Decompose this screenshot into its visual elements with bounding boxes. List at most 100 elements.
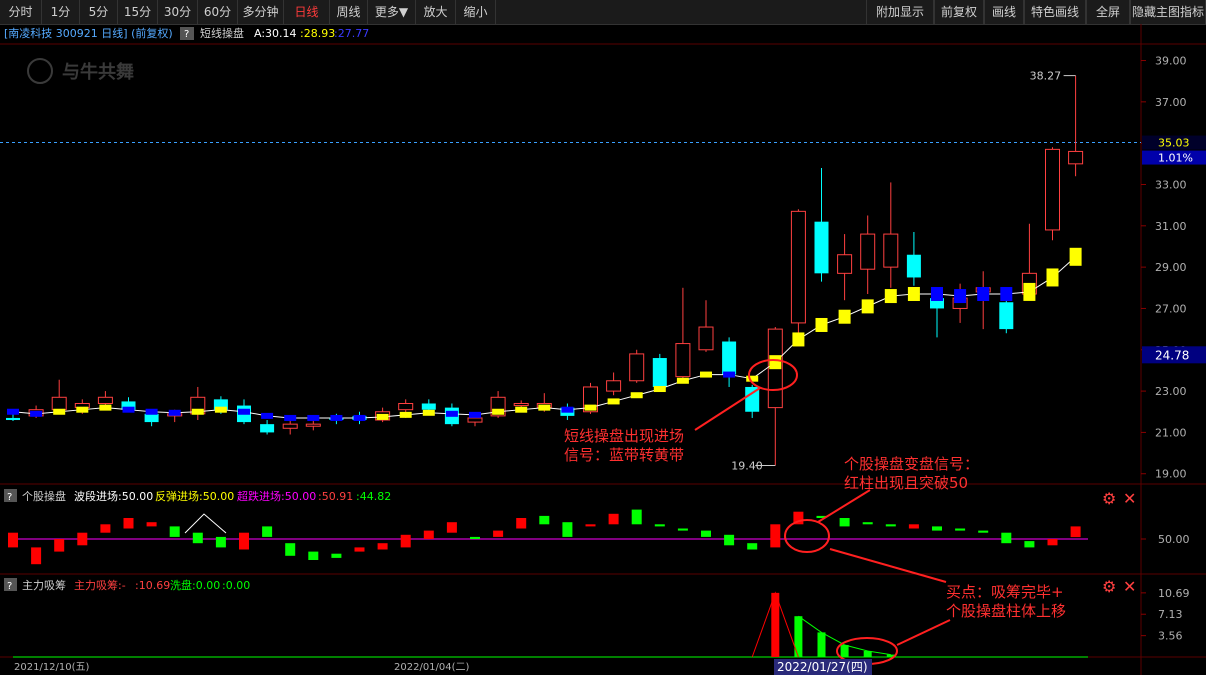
panel2-bar-23 [539, 515, 550, 525]
band-bar-13 [307, 414, 320, 421]
y-tick-label-6: 27.00 [1155, 302, 1187, 315]
candle-body-27 [629, 353, 645, 382]
panel2-bar-39 [908, 524, 919, 529]
indicator-name: 短线操盘 [200, 26, 244, 40]
watermark-logo [27, 58, 53, 84]
band-bar-19 [445, 410, 458, 417]
change-pct: 1.01% [1158, 152, 1193, 165]
candle-body-39 [906, 254, 921, 278]
annotation-2-line1: 个股操盘变盘信号： [844, 455, 979, 473]
candle-body-45 [1045, 148, 1060, 231]
y-tick-label-1: 37.00 [1155, 96, 1187, 109]
panel2-bar-15 [354, 547, 365, 552]
panel3-p1b: :10.69 [135, 579, 170, 592]
band-bar-35 [815, 317, 828, 332]
panel3-bar-0 [771, 592, 780, 657]
band-bar-18 [422, 409, 435, 416]
band-bar-27 [630, 392, 643, 399]
marker-price: 24.78 [1155, 348, 1189, 362]
indicator-c: :27.77 [334, 27, 369, 40]
panel3-tick-label-2: 3.56 [1158, 630, 1183, 643]
candle-body-34 [790, 210, 806, 324]
candle-body-6 [144, 413, 159, 423]
panel2-bar-9 [215, 536, 226, 548]
candle-body-13 [305, 423, 321, 427]
band-bar-33 [769, 355, 782, 370]
band-bar-42 [977, 286, 990, 301]
panel2-bar-40 [932, 526, 942, 531]
candle-body-29 [675, 343, 691, 378]
candle-body-38 [883, 233, 899, 268]
watermark: 与牛共舞 [62, 61, 134, 83]
band-bar-44 [1023, 282, 1036, 301]
band-bar-25 [584, 404, 597, 411]
panel2-bar-20 [470, 536, 480, 539]
panel2-p4: :50.91 [318, 490, 353, 503]
band-bar-26 [607, 398, 620, 405]
panel2-bar-45 [1047, 539, 1058, 546]
candle-body-20 [467, 417, 483, 423]
band-bar-45 [1046, 268, 1059, 287]
panel2-bar-19 [446, 522, 457, 533]
panel2-bar-11 [262, 526, 273, 537]
indicator-b: :28.93 [300, 27, 335, 40]
low-label: 19.40 [731, 459, 763, 472]
y-tick-label-8: 23.00 [1155, 385, 1187, 398]
band-bar-0 [7, 408, 19, 415]
band-bar-37 [861, 299, 874, 314]
stock-chart[interactable]: 39.0037.0035.0033.0031.0029.0027.0025.00… [0, 0, 1206, 675]
band-bar-22 [515, 406, 528, 413]
panel3-p2: 洗盘:0.00 [170, 578, 220, 592]
panel3-bar-3 [840, 645, 849, 657]
panel3-tick-label-1: 7.13 [1158, 608, 1183, 621]
panel2-bar-16 [377, 543, 388, 550]
band-bar-8 [191, 408, 204, 415]
high-label: 38.27 [1030, 70, 1062, 83]
panel2-bar-21 [493, 530, 504, 537]
band-bar-5 [122, 406, 135, 413]
panel2-bar-32 [747, 543, 758, 550]
panel2-bar-7 [169, 526, 180, 537]
annotation-1-line2: 信号：蓝带转黄带 [564, 446, 684, 464]
band-bar-6 [145, 408, 158, 415]
annotation-1-line1: 短线操盘出现进场 [564, 427, 684, 445]
candle-body-35 [814, 221, 829, 274]
candle-body-18 [421, 403, 436, 410]
band-bar-3 [76, 406, 89, 413]
panel2-bar-42 [978, 530, 989, 533]
band-bar-15 [353, 414, 366, 421]
band-bar-24 [561, 406, 574, 413]
band-bar-40 [931, 286, 943, 301]
panel2-bar-18 [423, 530, 434, 539]
panel3-tick-label-0: 10.69 [1158, 587, 1190, 600]
panel3-name: 主力吸筹 [22, 578, 66, 592]
date-label-0: 2021/12/10(五) [14, 662, 90, 673]
candle-body-31 [722, 341, 737, 375]
band-bar-41 [954, 289, 967, 304]
band-bar-1 [30, 410, 43, 417]
panel2-help-glyph: ? [7, 492, 12, 503]
band-bar-2 [53, 408, 66, 415]
band-bar-12 [284, 414, 297, 421]
panel2-p5: :44.82 [356, 490, 391, 503]
current-price: 35.03 [1158, 137, 1190, 150]
candle-body-37 [860, 233, 876, 270]
panel2-bar-8 [192, 532, 203, 544]
panel2-bar-31 [724, 534, 735, 546]
candle-body-4 [97, 396, 113, 404]
candle-body-30 [698, 326, 714, 351]
band-bar-31 [723, 371, 736, 378]
panel2-bar-33 [770, 524, 781, 548]
band-bar-34 [792, 332, 805, 347]
panel2-bar-29 [677, 528, 688, 531]
indicator-a: A:30.14 [254, 27, 297, 40]
band-bar-14 [330, 414, 343, 421]
candle-body-12 [282, 423, 298, 429]
y-tick-label-0: 39.00 [1155, 55, 1187, 68]
band-bar-23 [538, 404, 551, 411]
annotation-pointer-3 [896, 619, 951, 646]
candle-body-46 [1068, 150, 1084, 165]
panel3-bar-2 [817, 632, 826, 657]
panel2-bar-46 [1070, 526, 1081, 538]
panel2-bar-37 [862, 522, 873, 525]
